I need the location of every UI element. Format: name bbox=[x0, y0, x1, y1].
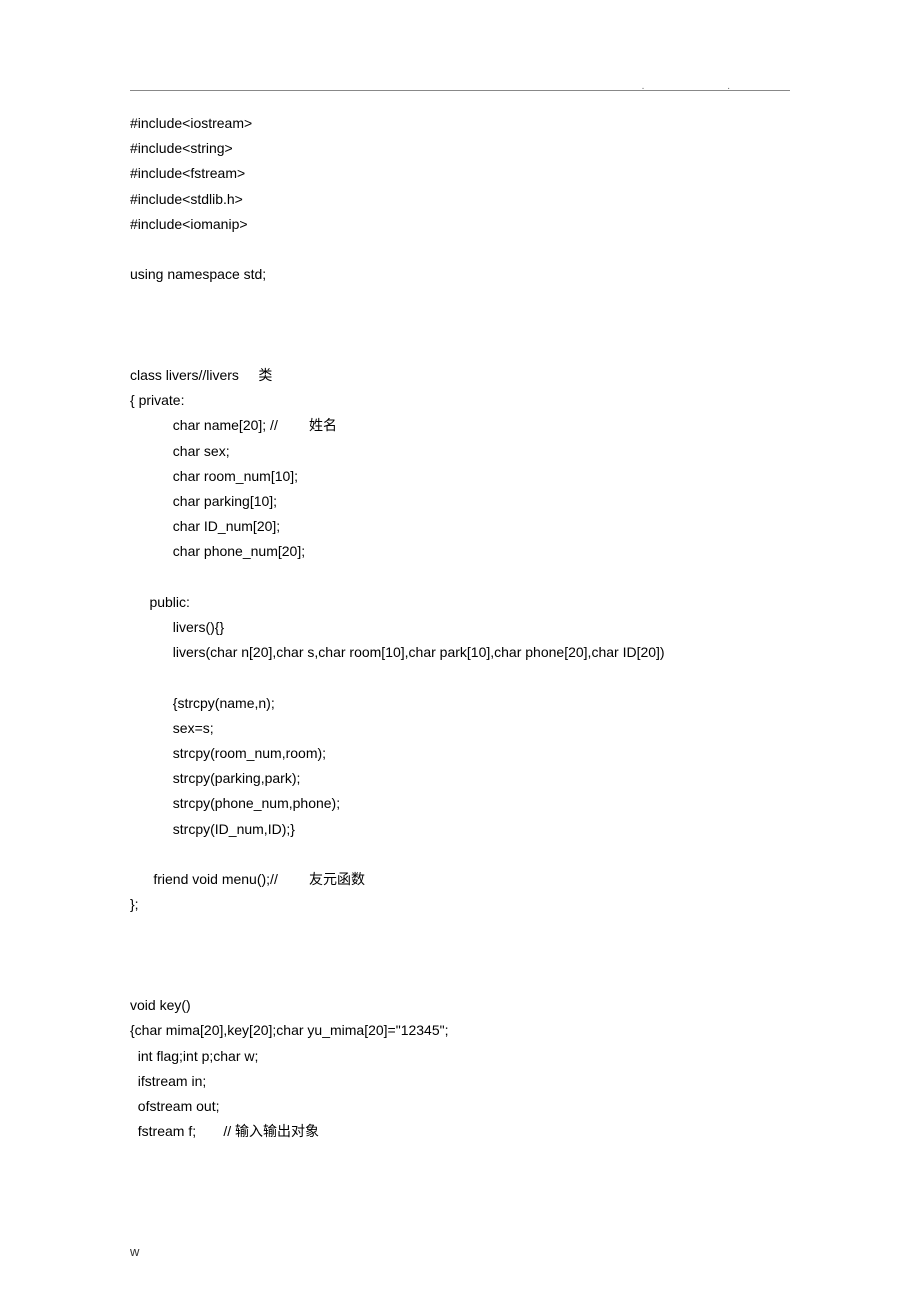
code-content: #include<iostream> #include<string> #inc… bbox=[130, 111, 790, 1144]
page-container: . . #include<iostream> #include<string> … bbox=[0, 0, 920, 1184]
footer-marker: w bbox=[130, 1240, 139, 1263]
header-dots: . . bbox=[642, 78, 770, 96]
header-divider: . . bbox=[130, 90, 790, 91]
